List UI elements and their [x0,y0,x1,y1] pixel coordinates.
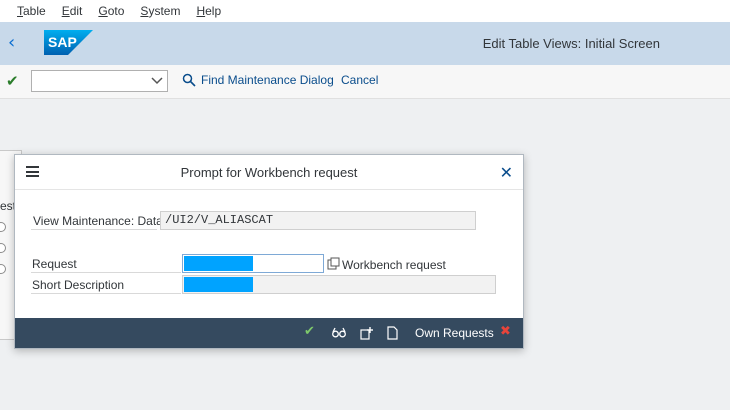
dialog-footer: ✔ Own Requests ✖ [15,318,523,348]
workbench-request-dialog: Prompt for Workbench request ✕ View Main… [14,154,524,349]
search-icon [182,73,196,87]
checkmark-icon[interactable]: ✔ [6,72,19,90]
dialog-title: Prompt for Workbench request [180,165,358,180]
view-maintenance-field: /UI2/V_ALIASCAT [160,211,476,230]
display-icon[interactable] [332,327,346,339]
shell-header: ‹ SAP Edit Table Views: Initial Screen [0,22,730,65]
menu-item-goto[interactable]: Goto [98,4,124,18]
document-icon[interactable] [387,326,398,340]
own-requests-button[interactable]: Own Requests [415,326,494,340]
menu-item-edit[interactable]: Edit [62,4,83,18]
value-help-icon[interactable] [327,257,340,270]
view-maintenance-label: View Maintenance: Data [33,214,163,228]
confirm-icon[interactable]: ✔ [304,324,315,339]
toolbar: ✔ Find Maintenance Dialog Cancel [0,65,730,99]
redacted-short-description [184,277,253,292]
menu-item-help[interactable]: Help [196,4,221,18]
page-title: Edit Table Views: Initial Screen [482,36,660,51]
short-description-label: Short Description [32,278,125,292]
workbench-request-hint: Workbench request [342,258,446,272]
find-maintenance-dialog-button[interactable]: Find Maintenance Dialog [201,73,334,87]
create-request-icon[interactable] [359,326,373,340]
back-icon[interactable]: ‹ [8,34,24,52]
menu-bar: Table Edit Goto System Help [0,0,730,22]
command-field[interactable] [31,70,168,92]
chevron-down-icon[interactable] [150,73,164,87]
cancel-button[interactable]: Cancel [341,73,378,87]
sap-logo: SAP [44,30,93,55]
dialog-header: Prompt for Workbench request ✕ [15,155,523,190]
cancel-icon[interactable]: ✖ [500,324,511,339]
menu-item-table[interactable]: Table [17,4,46,18]
request-label: Request [32,257,77,271]
close-icon[interactable]: ✕ [500,163,513,182]
menu-item-system[interactable]: System [140,4,180,18]
svg-text:SAP: SAP [48,34,77,50]
redacted-request-value [184,256,253,271]
